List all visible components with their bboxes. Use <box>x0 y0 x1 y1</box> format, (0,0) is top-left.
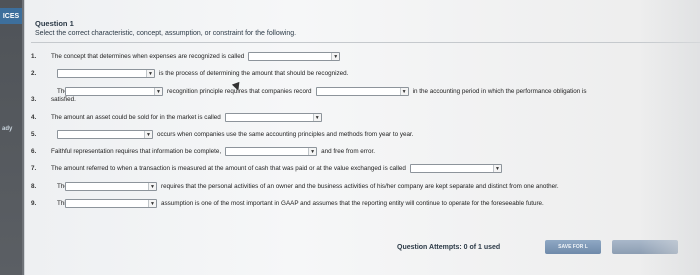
sidebar-tab[interactable]: ICES <box>0 8 22 24</box>
submit-button[interactable] <box>612 240 678 254</box>
item-text: satisfied. <box>51 96 76 103</box>
list-item-continued: 3. satisfied. <box>31 96 78 103</box>
answer-dropdown-5[interactable]: ▼ <box>57 130 153 139</box>
left-sidebar-strip: ICES ady <box>0 0 22 275</box>
list-item: 9. This ▼ assumption is one of the most … <box>31 199 546 208</box>
item-text: Faithful representation requires that in… <box>51 148 222 155</box>
item-text: occurs when companies use the same accou… <box>157 131 414 138</box>
answer-dropdown-1[interactable]: ▼ <box>248 52 341 61</box>
list-item: 8. The ▼ requires that the personal acti… <box>31 182 561 191</box>
item-text: The concept that determines when expense… <box>51 53 245 60</box>
item-number: 2. <box>31 70 37 77</box>
item-text: The amount an asset could be sold for in… <box>51 114 221 121</box>
answer-dropdown-6[interactable]: ▼ <box>225 147 318 156</box>
sidebar-label[interactable]: ady <box>2 126 12 132</box>
answer-dropdown-2[interactable]: ▼ <box>57 69 155 78</box>
item-text: The <box>57 183 68 190</box>
question-title: Question 1 <box>35 19 74 28</box>
item-number: 8. <box>31 183 37 190</box>
chevron-down-icon: ▼ <box>308 148 317 155</box>
question-panel: Question 1 Select the correct characteri… <box>24 0 700 275</box>
chevron-down-icon: ▼ <box>154 88 162 95</box>
question-instruction: Select the correct characteristic, conce… <box>35 30 297 37</box>
item-text: is the process of determining the amount… <box>159 70 349 77</box>
list-item: 1. The concept that determines when expe… <box>31 52 342 61</box>
item-text: The amount referred to when a transactio… <box>51 165 406 172</box>
item-text: and free from error. <box>321 148 376 155</box>
answer-dropdown-9[interactable]: ▼ <box>65 199 157 208</box>
chevron-down-icon: ▼ <box>331 53 340 60</box>
save-for-later-button[interactable]: SAVE FOR L <box>545 240 601 254</box>
chevron-down-icon: ▼ <box>146 70 154 77</box>
list-item: 6. Faithful representation requires that… <box>31 147 377 156</box>
item-text: This <box>57 200 69 207</box>
list-item: The ▼ recognition principle requires tha… <box>31 87 589 96</box>
item-number: 9. <box>31 200 37 207</box>
question-attempts: Question Attempts: 0 of 1 used <box>397 244 501 251</box>
chevron-down-icon: ▼ <box>144 131 152 138</box>
chevron-down-icon: ▼ <box>148 183 156 190</box>
chevron-down-icon: ▼ <box>312 114 321 121</box>
divider <box>31 42 700 43</box>
item-number: 6. <box>31 148 37 155</box>
item-text: The <box>57 88 68 95</box>
list-item: 4. The amount an asset could be sold for… <box>31 113 324 122</box>
answer-dropdown-3b[interactable]: ▼ <box>315 87 409 96</box>
list-item: 5. ▼ occurs when companies use the same … <box>31 130 416 139</box>
item-number: 3. <box>31 96 37 103</box>
item-text: in the accounting period in which the pe… <box>412 88 587 95</box>
answer-dropdown-4[interactable]: ▼ <box>224 113 322 122</box>
item-text: assumption is one of the most important … <box>161 200 544 207</box>
item-number: 1. <box>31 53 37 60</box>
answer-dropdown-7[interactable]: ▼ <box>409 164 502 173</box>
answer-dropdown-8[interactable]: ▼ <box>65 182 157 191</box>
chevron-down-icon: ▼ <box>492 165 501 172</box>
list-item: 2. ▼ is the process of determining the a… <box>31 69 350 78</box>
answer-dropdown-3a[interactable]: ▼ <box>65 87 163 96</box>
list-item: 7. The amount referred to when a transac… <box>31 164 504 173</box>
item-number: 4. <box>31 114 37 121</box>
item-number: 5. <box>31 131 37 138</box>
item-number: 7. <box>31 165 37 172</box>
chevron-down-icon: ▼ <box>148 200 156 207</box>
chevron-down-icon: ▼ <box>399 88 408 95</box>
item-text: requires that the personal activities of… <box>161 183 559 190</box>
